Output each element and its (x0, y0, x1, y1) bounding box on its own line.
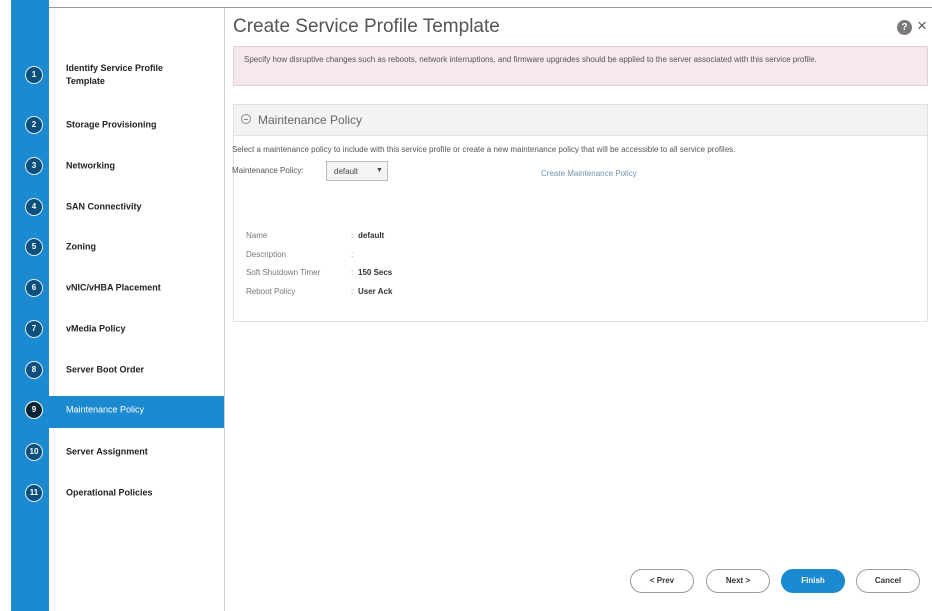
property-key: Soft Shutdown Timer (246, 268, 321, 277)
cancel-button[interactable]: Cancel (856, 569, 920, 593)
step-identify-service-profile-template[interactable]: 1 Identify Service Profile Template (11, 55, 224, 95)
prev-button[interactable]: < Prev (630, 569, 694, 593)
step-number-badge: 3 (25, 157, 43, 175)
policy-description-text: Select a maintenance policy to include w… (232, 145, 736, 154)
property-key: Description (246, 250, 287, 259)
property-value: User Ack (358, 287, 393, 296)
step-label: vNIC/vHBA Placement (66, 282, 161, 293)
step-operational-policies[interactable]: 11 Operational Policies (11, 473, 224, 513)
maintenance-policy-panel: Maintenance Policy (233, 104, 928, 322)
maintenance-policy-label: Maintenance Policy: (232, 166, 304, 175)
step-zoning[interactable]: 5 Zoning (11, 227, 224, 267)
step-number-badge: 8 (25, 361, 43, 379)
property-separator: : (351, 287, 354, 296)
chevron-down-icon: ▼ (376, 167, 383, 174)
step-label: Zoning (66, 241, 96, 252)
step-number-badge: 4 (25, 198, 43, 216)
step-networking[interactable]: 3 Networking (11, 146, 224, 186)
panel-header: Maintenance Policy (234, 105, 927, 136)
step-server-assignment[interactable]: 10 Server Assignment (11, 432, 224, 472)
finish-button[interactable]: Finish (781, 569, 845, 593)
maintenance-policy-select[interactable]: default ▼ (326, 161, 388, 181)
panel-title: Maintenance Policy (258, 113, 363, 127)
property-separator: : (351, 268, 354, 277)
step-label: Storage Provisioning (66, 119, 157, 130)
property-value: 150 Secs (358, 268, 393, 277)
property-separator: : (351, 231, 354, 240)
step-label: Server Boot Order (66, 364, 145, 375)
wizard-steps-sidebar: 1 Identify Service Profile Template 2 St… (25, 8, 225, 611)
property-separator: : (351, 250, 354, 259)
help-icon[interactable]: ? (897, 20, 912, 35)
step-label: SAN Connectivity (66, 201, 142, 212)
property-value: default (358, 231, 385, 240)
step-maintenance-policy[interactable]: 9 Maintenance Policy (11, 390, 224, 430)
step-vmedia-policy[interactable]: 7 vMedia Policy (11, 309, 224, 349)
property-key: Reboot Policy (246, 287, 296, 296)
step-label: Server Assignment (66, 446, 148, 457)
step-label: vMedia Policy (66, 323, 126, 334)
step-storage-provisioning[interactable]: 2 Storage Provisioning (11, 105, 224, 145)
info-banner: Specify how disruptive changes such as r… (233, 46, 928, 86)
step-number-badge: 1 (25, 66, 43, 84)
step-label: Operational Policies (66, 487, 153, 498)
next-button[interactable]: Next > (706, 569, 770, 593)
step-number-badge: 6 (25, 279, 43, 297)
step-server-boot-order[interactable]: 8 Server Boot Order (11, 350, 224, 390)
step-number-badge: 10 (25, 443, 43, 461)
step-label: Networking (66, 160, 116, 171)
step-san-connectivity[interactable]: 4 SAN Connectivity (11, 187, 224, 227)
page-title: Create Service Profile Template (233, 16, 500, 37)
step-number-badge: 5 (25, 238, 43, 256)
step-label: Maintenance Policy (66, 404, 145, 415)
step-number-badge: 7 (25, 320, 43, 338)
collapse-icon[interactable] (241, 114, 251, 124)
selected-value: default (334, 167, 359, 176)
create-maintenance-policy-link[interactable]: Create Maintenance Policy (541, 169, 637, 178)
close-icon[interactable]: × (917, 16, 927, 36)
step-number-badge: 2 (25, 116, 43, 134)
step-vnic-vhba-placement[interactable]: 6 vNIC/vHBA Placement (11, 268, 224, 308)
property-key: Name (246, 231, 268, 240)
step-label: Identify Service Profile Template (66, 63, 164, 86)
step-number-badge: 9 (25, 401, 43, 419)
step-number-badge: 11 (25, 484, 43, 502)
